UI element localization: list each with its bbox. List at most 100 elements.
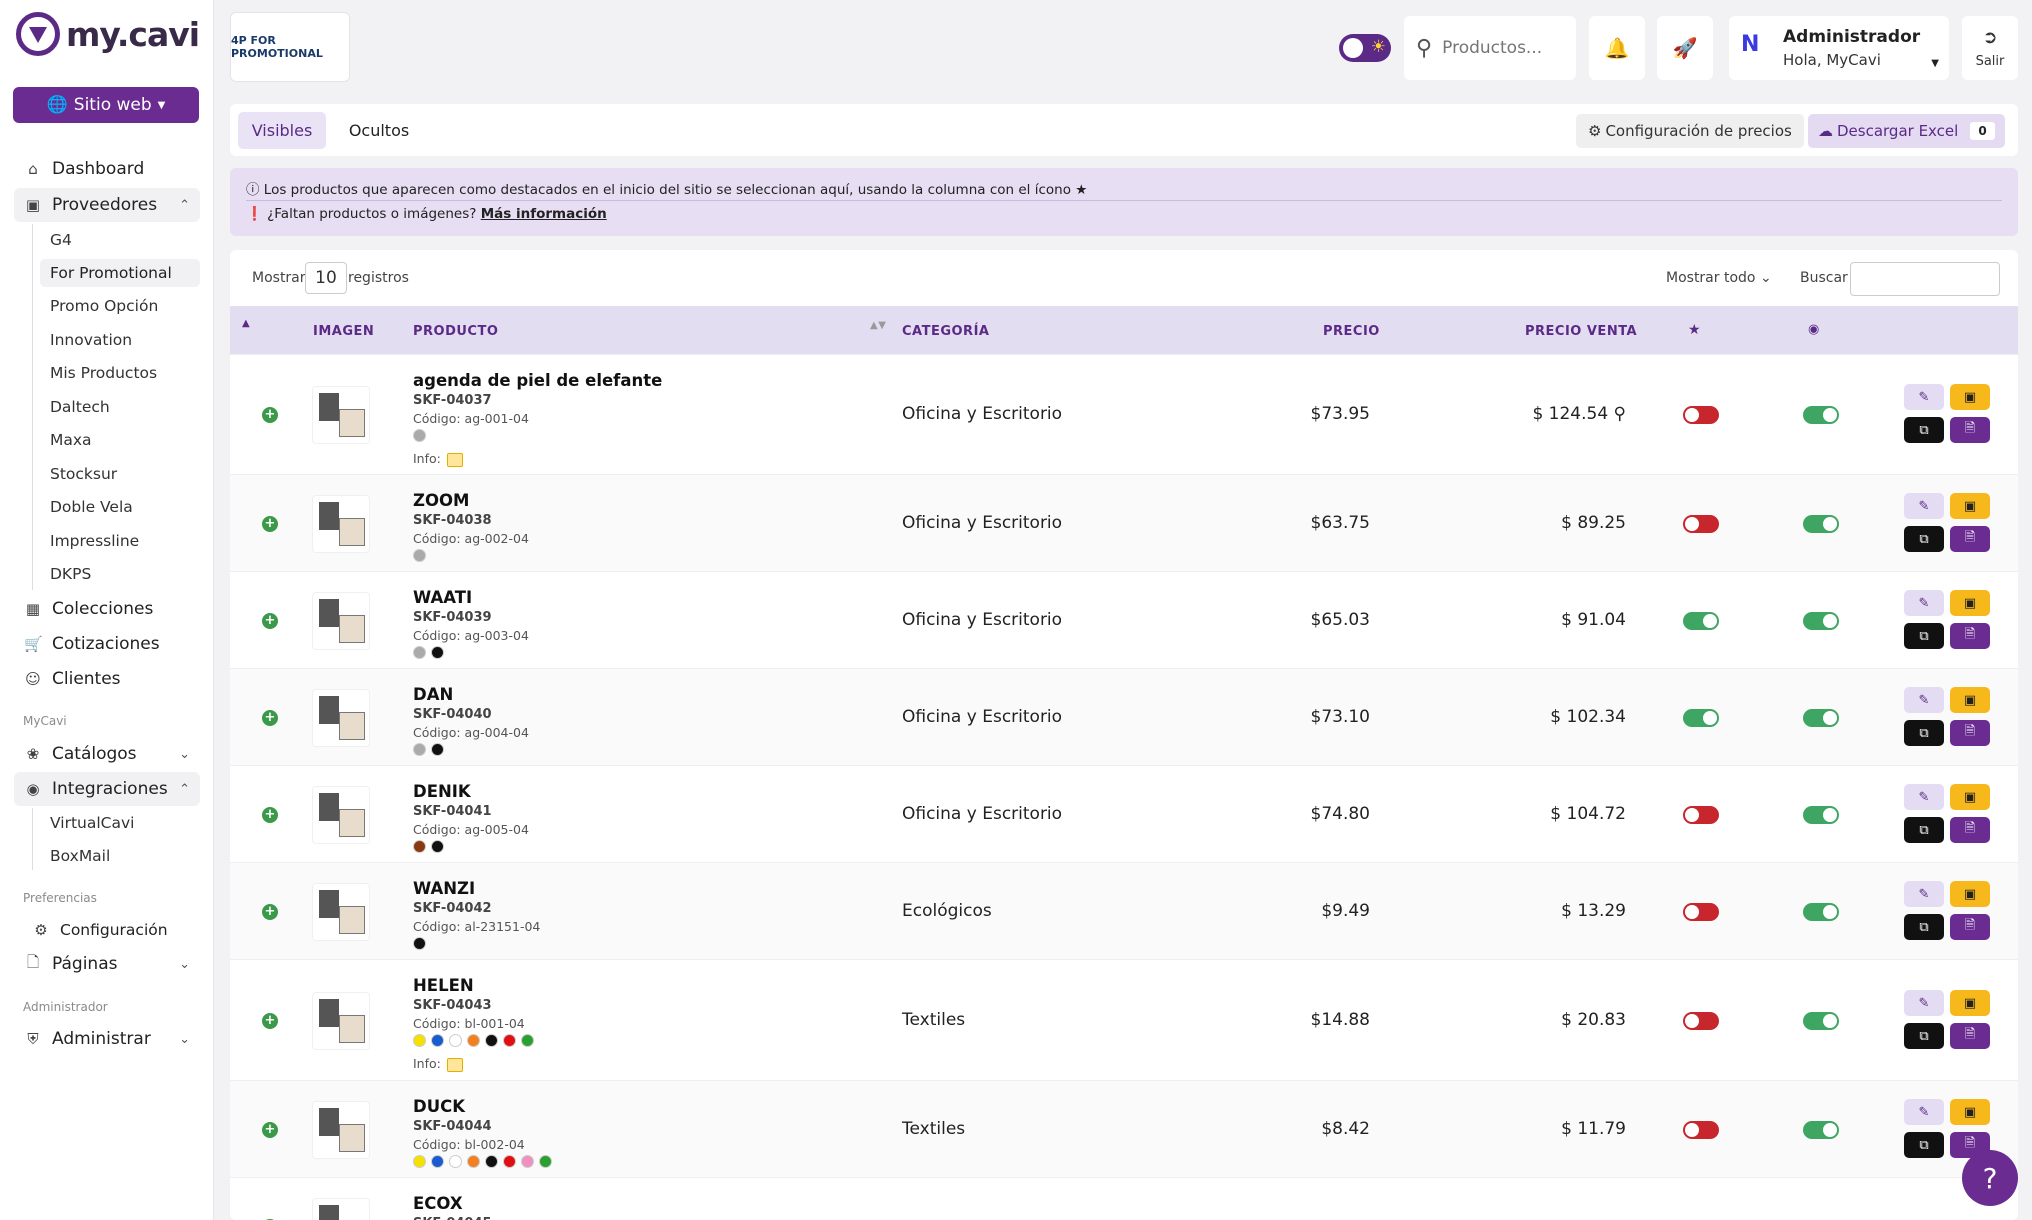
app-logo[interactable]: my.cavi (16, 12, 200, 56)
open-external-button[interactable]: ⧉ (1904, 417, 1944, 443)
open-external-button[interactable]: ⧉ (1904, 526, 1944, 552)
more-info-link[interactable]: Más información (481, 206, 607, 222)
provider-impressline[interactable]: Impressline (40, 527, 200, 555)
sidebar-item-colecciones[interactable]: ▦ Colecciones (14, 592, 200, 626)
note-button[interactable]: ▣ (1950, 990, 1990, 1016)
sidebar-item-configuracion[interactable]: ⚙ Configuración (14, 913, 200, 947)
open-external-button[interactable]: ⧉ (1904, 623, 1944, 649)
edit-button[interactable]: ✎ (1904, 590, 1944, 616)
note-button[interactable]: ▣ (1950, 784, 1990, 810)
sidebar-item-dashboard[interactable]: ⌂ Dashboard (14, 152, 200, 186)
featured-toggle[interactable] (1683, 709, 1719, 727)
visible-toggle[interactable] (1803, 1012, 1839, 1030)
note-button[interactable]: ▣ (1950, 687, 1990, 713)
header-price[interactable]: PRECIO (1323, 324, 1380, 339)
table-search-input[interactable] (1850, 262, 2000, 296)
expand-row-icon[interactable]: + (262, 1122, 278, 1138)
expand-row-icon[interactable]: + (262, 904, 278, 920)
note-button[interactable]: ▣ (1950, 384, 1990, 410)
visible-toggle[interactable] (1803, 406, 1839, 424)
theme-toggle[interactable]: ☀ (1339, 34, 1391, 62)
expand-row-icon[interactable]: + (262, 407, 278, 423)
tab-visibles[interactable]: Visibles (238, 112, 326, 149)
pdf-button[interactable]: 🗎 (1950, 720, 1990, 746)
open-external-button[interactable]: ⧉ (1904, 1023, 1944, 1049)
provider-dkps[interactable]: DKPS (40, 560, 200, 588)
visible-toggle[interactable] (1803, 612, 1839, 630)
visible-toggle[interactable] (1803, 903, 1839, 921)
sort-icon[interactable]: ▲ (242, 318, 250, 329)
search-input[interactable] (1442, 38, 1563, 58)
pdf-button[interactable]: 🗎 (1950, 526, 1990, 552)
pdf-button[interactable]: 🗎 (1950, 1023, 1990, 1049)
integration-virtualcavi[interactable]: VirtualCavi (40, 809, 200, 837)
note-button[interactable]: ▣ (1950, 493, 1990, 519)
featured-toggle[interactable] (1683, 1121, 1719, 1139)
edit-button[interactable]: ✎ (1904, 990, 1944, 1016)
open-external-button[interactable]: ⧉ (1904, 720, 1944, 746)
edit-button[interactable]: ✎ (1904, 384, 1944, 410)
sort-icon[interactable]: ▲▼ (870, 320, 886, 331)
note-button[interactable]: ▣ (1950, 1099, 1990, 1125)
provider-stocksur[interactable]: Stocksur (40, 460, 200, 488)
visible-toggle[interactable] (1803, 709, 1839, 727)
sidebar-item-clientes[interactable]: ☺ Clientes (14, 662, 200, 696)
note-button[interactable]: ▣ (1950, 590, 1990, 616)
featured-toggle[interactable] (1683, 612, 1719, 630)
notifications-button[interactable]: 🔔 (1589, 16, 1645, 80)
provider-maxa[interactable]: Maxa (40, 426, 200, 454)
help-button[interactable]: ? (1962, 1150, 2018, 1206)
provider-g4[interactable]: G4 (40, 226, 200, 254)
sidebar-item-cotizaciones[interactable]: 🛒 Cotizaciones (14, 627, 200, 661)
featured-toggle[interactable] (1683, 406, 1719, 424)
page-size-input[interactable]: 10 (305, 262, 347, 294)
featured-toggle[interactable] (1683, 903, 1719, 921)
expand-row-icon[interactable]: + (262, 807, 278, 823)
sidebar-item-catalogos[interactable]: ❀ Catálogos ⌄ (14, 737, 200, 771)
open-external-button[interactable]: ⧉ (1904, 1132, 1944, 1158)
sidebar-item-proveedores[interactable]: ▣ Proveedores ⌃ (14, 188, 200, 222)
pdf-button[interactable]: 🗎 (1950, 417, 1990, 443)
featured-toggle[interactable] (1683, 806, 1719, 824)
provider-doble-vela[interactable]: Doble Vela (40, 493, 200, 521)
provider-promo-opcion[interactable]: Promo Opción (40, 292, 200, 320)
header-product[interactable]: PRODUCTO (413, 324, 498, 339)
edit-button[interactable]: ✎ (1904, 784, 1944, 810)
download-excel-button[interactable]: ☁ Descargar Excel 0 (1808, 114, 2005, 148)
provider-mis-productos[interactable]: Mis Productos (40, 359, 200, 387)
provider-for-promotional[interactable]: For Promotional (40, 259, 200, 287)
edit-button[interactable]: ✎ (1904, 881, 1944, 907)
sidebar-item-integraciones[interactable]: ◉ Integraciones ⌃ (14, 772, 200, 806)
edit-button[interactable]: ✎ (1904, 1099, 1944, 1125)
header-category[interactable]: CATEGORÍA (902, 324, 989, 339)
provider-innovation[interactable]: Innovation (40, 326, 200, 354)
edit-button[interactable]: ✎ (1904, 493, 1944, 519)
user-menu[interactable]: N Administrador Hola, MyCavi ▼ (1729, 16, 1949, 80)
visible-toggle[interactable] (1803, 1121, 1839, 1139)
pdf-button[interactable]: 🗎 (1950, 817, 1990, 843)
sidebar-item-paginas[interactable]: 🗋 Páginas ⌄ (14, 947, 200, 981)
expand-row-icon[interactable]: + (262, 710, 278, 726)
edit-button[interactable]: ✎ (1904, 687, 1944, 713)
show-all-dropdown[interactable]: Mostrar todo ⌄ (1666, 270, 1772, 286)
header-search[interactable]: ⚲ (1404, 16, 1576, 80)
featured-toggle[interactable] (1683, 1012, 1719, 1030)
price-config-button[interactable]: ⚙ Configuración de precios (1576, 114, 1804, 148)
visible-toggle[interactable] (1803, 806, 1839, 824)
logout-button[interactable]: ➲ Salir (1962, 16, 2018, 80)
provider-daltech[interactable]: Daltech (40, 393, 200, 421)
expand-row-icon[interactable]: + (262, 1013, 278, 1029)
visible-toggle[interactable] (1803, 515, 1839, 533)
sidebar-item-administrar[interactable]: ⛨ Administrar ⌄ (14, 1022, 200, 1056)
expand-row-icon[interactable]: + (262, 613, 278, 629)
integration-boxmail[interactable]: BoxMail (40, 842, 200, 870)
header-sale-price[interactable]: PRECIO VENTA (1525, 324, 1637, 339)
rocket-button[interactable]: 🚀 (1657, 16, 1713, 80)
open-external-button[interactable]: ⧉ (1904, 817, 1944, 843)
note-icon[interactable] (446, 1057, 463, 1072)
open-external-button[interactable]: ⧉ (1904, 914, 1944, 940)
note-button[interactable]: ▣ (1950, 881, 1990, 907)
pdf-button[interactable]: 🗎 (1950, 623, 1990, 649)
site-web-button[interactable]: 🌐 Sitio web ▼ (13, 87, 199, 123)
pdf-button[interactable]: 🗎 (1950, 914, 1990, 940)
